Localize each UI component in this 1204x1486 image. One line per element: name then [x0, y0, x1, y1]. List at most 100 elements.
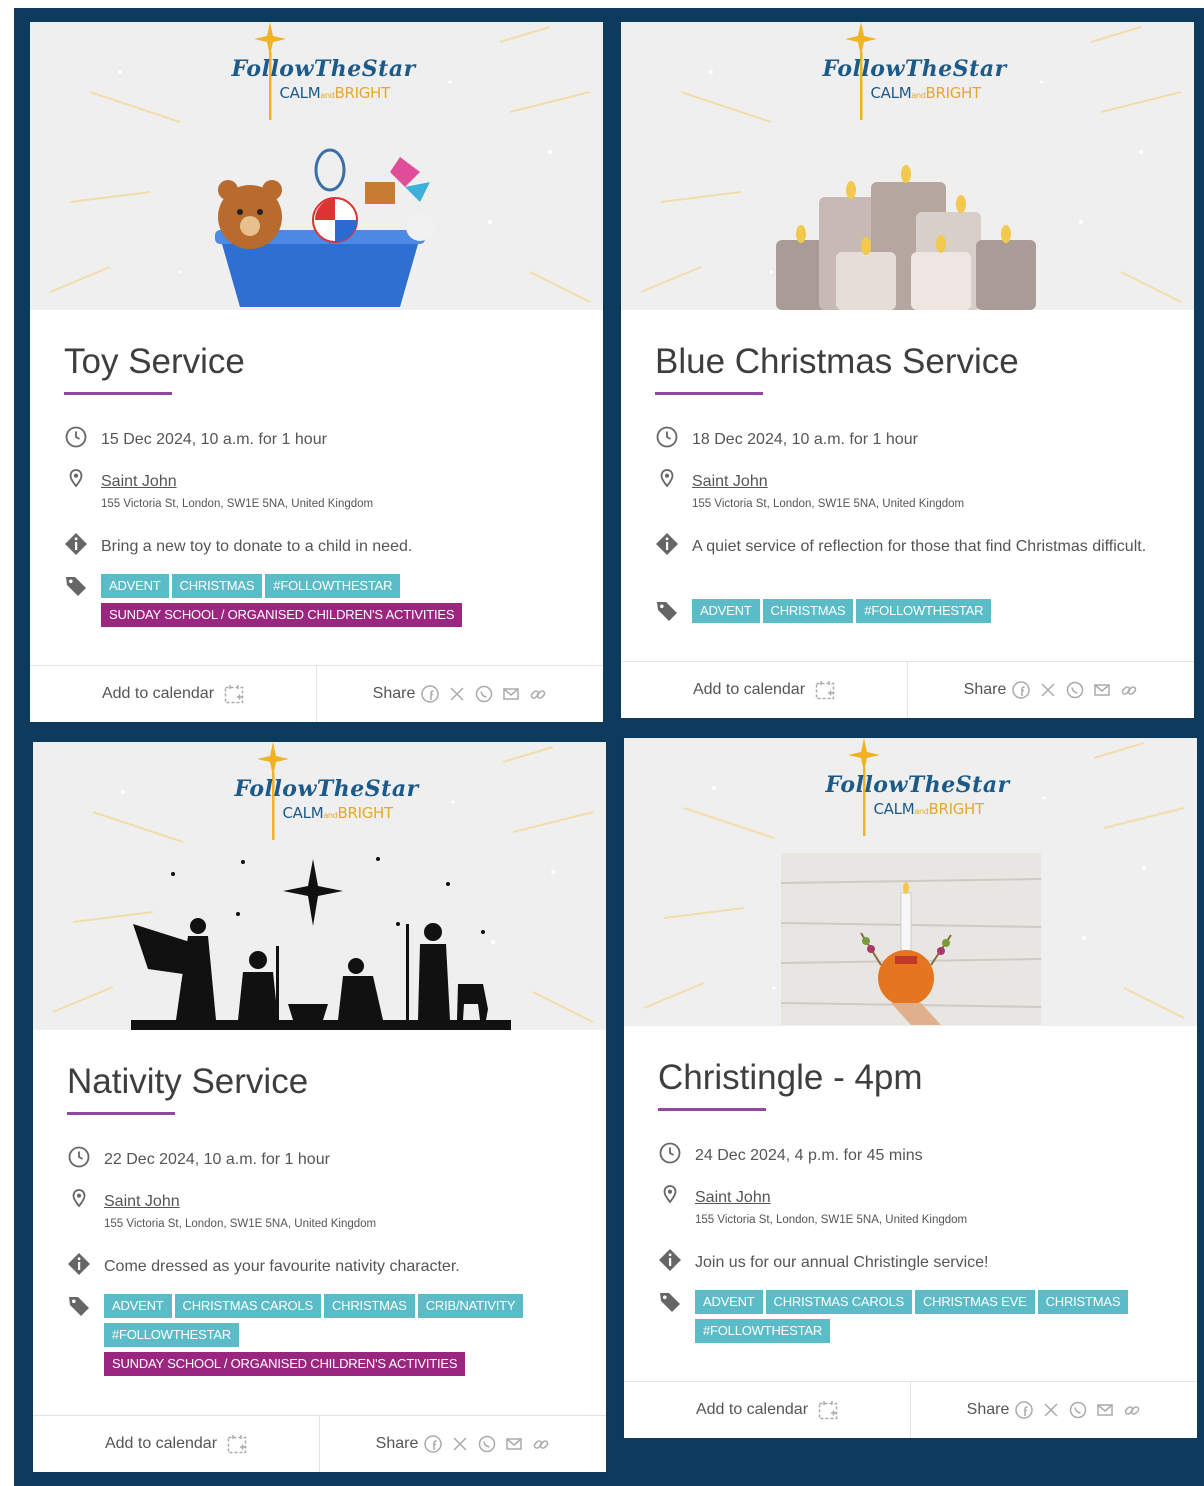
calendar-add-icon	[818, 1401, 838, 1420]
event-description: A quiet service of reflection for those …	[655, 532, 1174, 582]
tag-christmas[interactable]: CHRISTMAS	[323, 1294, 415, 1318]
location-pin-icon	[72, 1189, 86, 1208]
whatsapp-icon[interactable]	[1066, 681, 1084, 699]
event-card-footer: Add to calendar Share	[624, 1381, 1197, 1438]
link-icon[interactable]	[1120, 681, 1138, 699]
venue-link[interactable]: Saint John	[101, 473, 177, 490]
x-icon[interactable]	[448, 685, 466, 703]
tag-advent[interactable]: ADVENT	[101, 574, 169, 598]
calendar-add-icon	[224, 685, 244, 704]
info-icon	[659, 1249, 681, 1271]
event-image: FollowTheStar CALMandBRIGHT	[30, 22, 603, 310]
title-underline	[64, 392, 172, 395]
share-section: Share	[907, 662, 1194, 718]
clock-icon	[68, 1146, 90, 1168]
share-section: Share	[910, 1382, 1197, 1438]
toy-basket-illustration	[215, 148, 434, 307]
link-icon[interactable]	[532, 1435, 550, 1453]
venue-link[interactable]: Saint John	[692, 473, 768, 490]
share-section: Share	[319, 1416, 606, 1472]
tag-icon	[660, 1293, 680, 1312]
tag-christmas[interactable]: CHRISTMAS	[171, 574, 263, 598]
add-to-calendar-button[interactable]: Add to calendar	[693, 680, 835, 700]
tag-christmas[interactable]: CHRISTMAS	[1037, 1290, 1129, 1314]
title-underline	[655, 392, 763, 395]
clock-icon	[659, 1142, 681, 1164]
clock-icon	[656, 426, 678, 448]
tag-advent[interactable]: ADVENT	[692, 599, 760, 623]
link-icon[interactable]	[1123, 1401, 1141, 1419]
nativity-silhouette-illustration	[131, 857, 511, 1030]
facebook-icon[interactable]	[424, 1435, 443, 1453]
calendar-add-icon	[227, 1435, 247, 1454]
whatsapp-icon[interactable]	[475, 685, 493, 703]
event-title: Blue Christmas Service	[655, 342, 1019, 381]
location-pin-icon	[660, 469, 674, 488]
tag-followthestar[interactable]: #FOLLOWTHESTAR	[104, 1323, 240, 1347]
facebook-icon[interactable]	[421, 685, 440, 703]
facebook-icon[interactable]	[1012, 681, 1031, 699]
event-location: Saint John 155 Victoria St, London, SW1E…	[67, 1187, 586, 1233]
info-icon	[65, 533, 87, 555]
email-icon[interactable]	[502, 685, 520, 703]
event-tags: ADVENT CHRISTMAS #FOLLOWTHESTAR SUNDAY SCHO…	[101, 574, 581, 632]
christingle-photo	[781, 853, 1041, 1025]
candles-illustration	[776, 165, 1036, 310]
venue-link[interactable]: Saint John	[695, 1189, 771, 1206]
event-image: FollowTheStar CALMandBRIGHT	[33, 742, 606, 1030]
event-card: FollowTheStar CALMandBRIGHT Blue Christm…	[621, 22, 1194, 718]
event-image: FollowTheStar CALMandBRIGHT	[624, 738, 1197, 1026]
tag-christmas-eve[interactable]: CHRISTMAS EVE	[914, 1290, 1035, 1314]
tag-followthestar[interactable]: #FOLLOWTHESTAR	[695, 1319, 831, 1343]
tag-icon	[69, 1297, 89, 1316]
event-image: FollowTheStar CALMandBRIGHT	[621, 22, 1194, 310]
x-icon[interactable]	[1042, 1401, 1060, 1419]
event-description: Come dressed as your favourite nativity …	[67, 1252, 586, 1278]
venue-address: 155 Victoria St, London, SW1E 5NA, Unite…	[104, 1218, 377, 1230]
tag-followthestar[interactable]: #FOLLOWTHESTAR	[265, 574, 401, 598]
venue-link[interactable]: Saint John	[104, 1193, 180, 1210]
event-tags: ADVENT CHRISTMAS CAROLS CHRISTMAS EVE CHRIS…	[695, 1290, 1175, 1348]
follow-the-star-logo: FollowTheStar CALMandBRIGHT	[232, 22, 415, 122]
tag-sunday-school[interactable]: SUNDAY SCHOOL / ORGANISED CHILDREN'S ACT…	[101, 603, 463, 627]
facebook-icon[interactable]	[1015, 1401, 1034, 1419]
tag-advent[interactable]: ADVENT	[104, 1294, 172, 1318]
tag-advent[interactable]: ADVENT	[695, 1290, 763, 1314]
tag-christmas-carols[interactable]: CHRISTMAS CAROLS	[174, 1294, 321, 1318]
event-datetime: 15 Dec 2024, 10 a.m. for 1 hour	[64, 425, 583, 451]
link-icon[interactable]	[529, 685, 547, 703]
event-title: Christingle - 4pm	[658, 1058, 923, 1097]
event-tags: ADVENT CHRISTMAS #FOLLOWTHESTAR	[692, 599, 1172, 628]
email-icon[interactable]	[505, 1435, 523, 1453]
event-location: Saint John 155 Victoria St, London, SW1E…	[64, 467, 583, 513]
email-icon[interactable]	[1096, 1401, 1114, 1419]
event-card: FollowTheStar CALMandBRIGHT Nativity Ser…	[33, 742, 606, 1472]
tag-sunday-school[interactable]: SUNDAY SCHOOL / ORGANISED CHILDREN'S ACT…	[104, 1352, 466, 1376]
venue-address: 155 Victoria St, London, SW1E 5NA, Unite…	[695, 1214, 968, 1226]
add-to-calendar-button[interactable]: Add to calendar	[696, 1400, 838, 1420]
tag-crib-nativity[interactable]: CRIB/NATIVITY	[417, 1294, 524, 1318]
event-card-footer: Add to calendar Share	[30, 665, 603, 722]
location-pin-icon	[69, 469, 83, 488]
share-section: Share	[316, 666, 603, 722]
title-underline	[658, 1108, 766, 1111]
tag-christmas-carols[interactable]: CHRISTMAS CAROLS	[765, 1290, 912, 1314]
info-icon	[656, 533, 678, 555]
event-description: Join us for our annual Christingle servi…	[658, 1248, 1177, 1274]
add-to-calendar-button[interactable]: Add to calendar	[102, 684, 244, 704]
follow-the-star-logo: FollowTheStar CALMandBRIGHT	[823, 22, 1006, 122]
tag-followthestar[interactable]: #FOLLOWTHESTAR	[856, 599, 992, 623]
whatsapp-icon[interactable]	[1069, 1401, 1087, 1419]
tag-christmas[interactable]: CHRISTMAS	[762, 599, 854, 623]
event-datetime: 24 Dec 2024, 4 p.m. for 45 mins	[658, 1141, 1177, 1167]
clock-icon	[65, 426, 87, 448]
x-icon[interactable]	[1039, 681, 1057, 699]
event-title: Nativity Service	[67, 1062, 309, 1101]
tag-icon	[66, 577, 86, 596]
whatsapp-icon[interactable]	[478, 1435, 496, 1453]
x-icon[interactable]	[451, 1435, 469, 1453]
event-datetime: 22 Dec 2024, 10 a.m. for 1 hour	[67, 1145, 586, 1171]
calendar-add-icon	[815, 681, 835, 700]
email-icon[interactable]	[1093, 681, 1111, 699]
add-to-calendar-button[interactable]: Add to calendar	[105, 1434, 247, 1454]
